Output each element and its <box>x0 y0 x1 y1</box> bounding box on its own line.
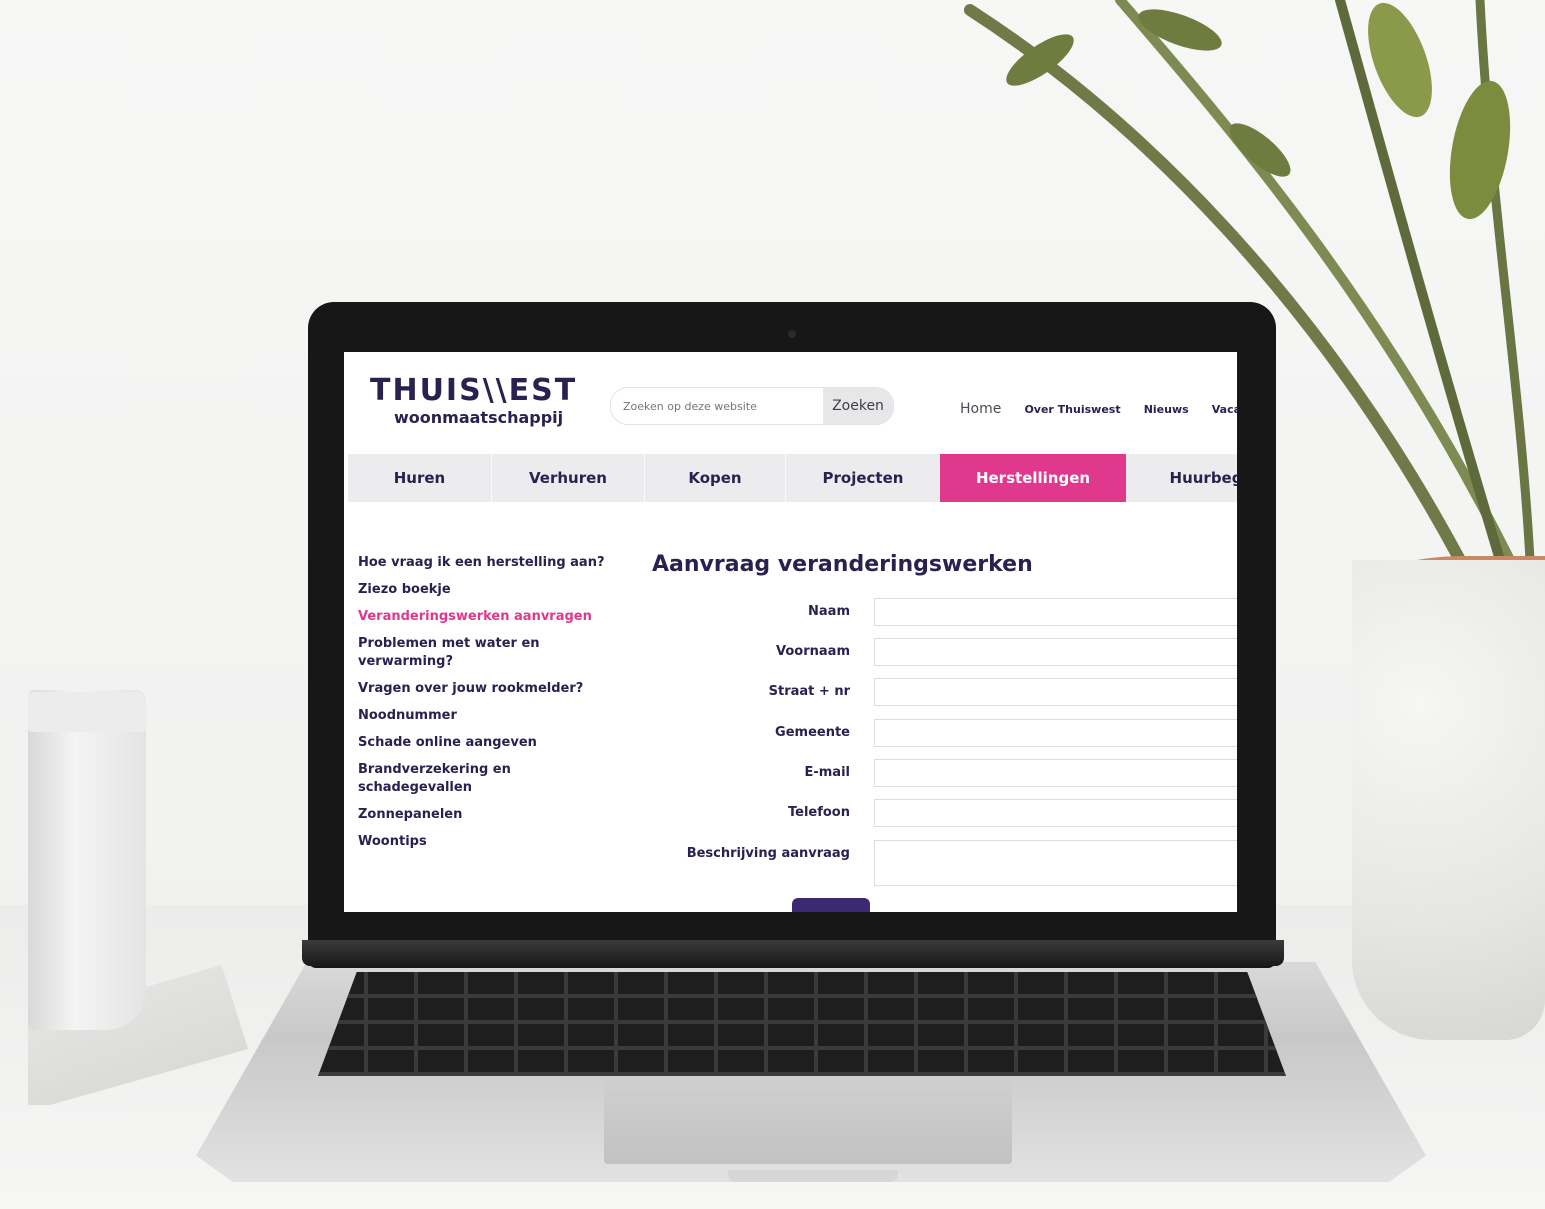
naam-field[interactable] <box>874 598 1237 626</box>
top-nav-nieuws[interactable]: Nieuws <box>1144 403 1189 416</box>
sidebar-item-rookmelder[interactable]: Vragen over jouw rookmelder? <box>358 680 618 698</box>
sidebar-item-zonnepanelen[interactable]: Zonnepanelen <box>358 806 618 824</box>
sidebar-item-water-verwarming[interactable]: Problemen met water en verwarming? <box>358 635 558 671</box>
search-button[interactable]: Zoeken <box>823 388 893 424</box>
sidebar-item-ziezo-boekje[interactable]: Ziezo boekje <box>358 581 618 599</box>
logo-tagline: woonmaatschappij <box>394 408 564 427</box>
voornaam-field[interactable] <box>874 638 1237 666</box>
tab-verhuren[interactable]: Verhuren <box>492 454 644 502</box>
page-title: Aanvraag veranderingswerken <box>652 552 1033 577</box>
thuiswest-logo[interactable]: THUIS\\EST woonmaatschappij <box>370 374 590 428</box>
top-nav-over-thuiswest[interactable]: Over Thuiswest <box>1024 403 1120 416</box>
coffee-mug-rim <box>28 692 146 732</box>
top-nav-vacatures[interactable]: Vacatu <box>1212 403 1237 416</box>
form-row-telefoon: Telefoon <box>644 799 1237 831</box>
tab-huurbegeleiding[interactable]: Huurbeg <box>1126 454 1237 502</box>
straat-label: Straat + nr <box>768 684 850 699</box>
beschrijving-field[interactable] <box>874 840 1237 886</box>
logo-wordmark: THUIS\\EST <box>370 373 578 408</box>
voornaam-label: Voornaam <box>776 644 850 659</box>
tab-huren[interactable]: Huren <box>348 454 491 502</box>
email-field[interactable] <box>874 759 1237 787</box>
telefoon-label: Telefoon <box>787 805 850 820</box>
tab-kopen[interactable]: Kopen <box>645 454 785 502</box>
laptop-screen: THUIS\\EST woonmaatschappij Zoeken Home … <box>344 352 1237 912</box>
form-row-straat: Straat + nr <box>644 678 1237 710</box>
sidebar-item-brandverzekering[interactable]: Brandverzekering en schadegevallen <box>358 761 618 797</box>
laptop-camera <box>788 330 796 338</box>
sidebar-item-schade-online[interactable]: Schade online aangeven <box>358 734 618 752</box>
search-input[interactable] <box>611 388 823 424</box>
coffee-mug <box>28 690 146 1030</box>
top-nav-home[interactable]: Home <box>960 401 1001 417</box>
naam-label: Naam <box>808 604 850 619</box>
sidebar-item-woontips[interactable]: Woontips <box>358 833 618 851</box>
sidebar-item-noodnummer[interactable]: Noodnummer <box>358 707 618 725</box>
search-bar: Zoeken <box>610 387 894 425</box>
plant-pot <box>1352 560 1545 1040</box>
main-navigation: Huren Verhuren Kopen Projecten Herstelli… <box>348 454 1237 502</box>
tab-projecten[interactable]: Projecten <box>786 454 940 502</box>
sidebar-item-herstelling-aanvragen[interactable]: Hoe vraag ik een herstelling aan? <box>358 554 618 572</box>
gemeente-field[interactable] <box>874 719 1237 747</box>
top-navigation: Home Over Thuiswest Nieuws Vacatu <box>960 398 1237 417</box>
email-label: E-mail <box>804 765 850 780</box>
laptop-trackpad <box>604 1080 1012 1164</box>
tab-herstellingen[interactable]: Herstellingen <box>940 454 1126 502</box>
form-row-naam: Naam <box>644 598 1237 630</box>
submit-button[interactable] <box>792 898 870 912</box>
form-row-gemeente: Gemeente <box>644 719 1237 751</box>
site-header: THUIS\\EST woonmaatschappij Zoeken Home … <box>344 352 1237 454</box>
telefoon-field[interactable] <box>874 799 1237 827</box>
sidebar-item-veranderingswerken[interactable]: Veranderingswerken aanvragen <box>358 608 618 626</box>
laptop-notch <box>728 1170 898 1182</box>
form-row-email: E-mail <box>644 759 1237 791</box>
gemeente-label: Gemeente <box>775 725 850 740</box>
form-row-beschrijving: Beschrijving aanvraag <box>644 840 1237 888</box>
laptop-hinge <box>302 940 1284 966</box>
laptop-keyboard <box>318 972 1286 1076</box>
form-row-voornaam: Voornaam <box>644 638 1237 670</box>
straat-field[interactable] <box>874 678 1237 706</box>
sidebar-navigation: Hoe vraag ik een herstelling aan? Ziezo … <box>358 554 618 860</box>
beschrijving-label: Beschrijving aanvraag <box>686 846 850 861</box>
